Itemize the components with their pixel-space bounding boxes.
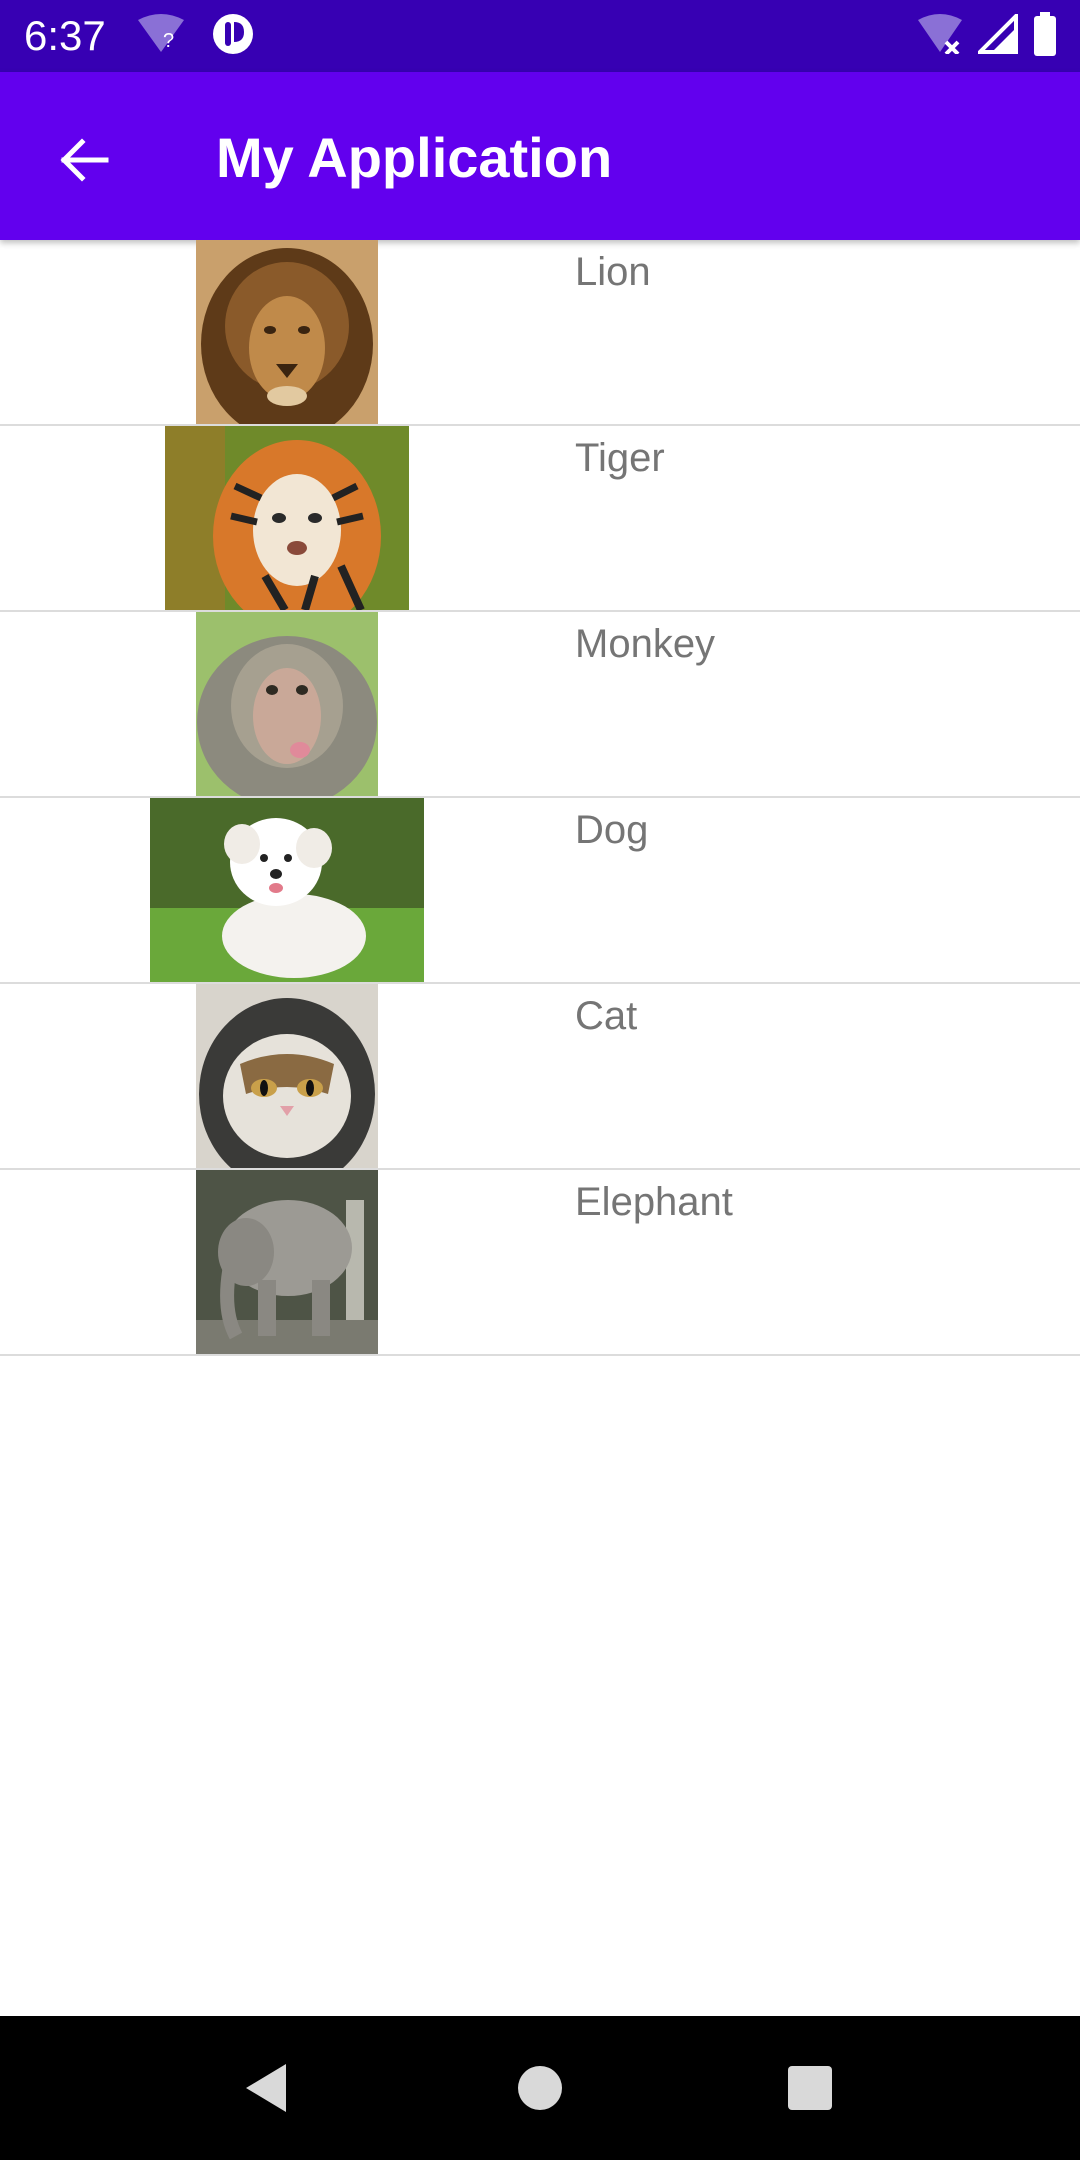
signal-icon (975, 10, 1018, 59)
status-icons-left: ? (136, 13, 254, 60)
page-title: My Application (216, 126, 613, 189)
list-item[interactable]: Monkey (0, 612, 1080, 798)
animal-list: Lion Tiger Monkey Dog Cat Elephant (0, 240, 1080, 1356)
back-triangle-icon (246, 2064, 286, 2112)
back-button[interactable] (40, 116, 128, 204)
status-time: 6:37 (24, 12, 106, 59)
dog-photo (150, 798, 424, 982)
nav-recents-button[interactable] (774, 2052, 846, 2124)
elephant-photo (196, 1170, 378, 1354)
status-bar: 6:37 ? (0, 0, 1080, 72)
lion-photo (196, 240, 378, 424)
animal-name: Tiger (575, 436, 665, 480)
app-notification-icon (212, 13, 254, 60)
navigation-bar (0, 2016, 1080, 2160)
recents-square-icon (788, 2066, 832, 2110)
list-item[interactable]: Dog (0, 798, 1080, 984)
list-item[interactable]: Tiger (0, 426, 1080, 612)
nav-back-button[interactable] (230, 2052, 302, 2124)
wifi-off-icon (916, 13, 964, 59)
animal-name: Dog (575, 808, 649, 852)
home-circle-icon (518, 2066, 562, 2110)
status-icons-right (916, 10, 1058, 61)
list-item[interactable]: Cat (0, 984, 1080, 1170)
list-item[interactable]: Elephant (0, 1170, 1080, 1356)
tiger-photo (165, 426, 409, 610)
app-bar: My Application (0, 72, 1080, 240)
svg-text:?: ? (163, 30, 174, 52)
animal-name: Monkey (575, 622, 716, 666)
list-item[interactable]: Lion (0, 240, 1080, 426)
monkey-photo (196, 612, 378, 796)
wifi-unknown-icon: ? (136, 13, 186, 59)
cat-photo (196, 984, 378, 1168)
battery-icon (1032, 11, 1058, 61)
animal-name: Elephant (575, 1180, 733, 1224)
animal-name: Cat (575, 994, 638, 1038)
nav-home-button[interactable] (504, 2052, 576, 2124)
animal-name: Lion (575, 250, 651, 294)
arrow-back-icon (60, 138, 109, 182)
